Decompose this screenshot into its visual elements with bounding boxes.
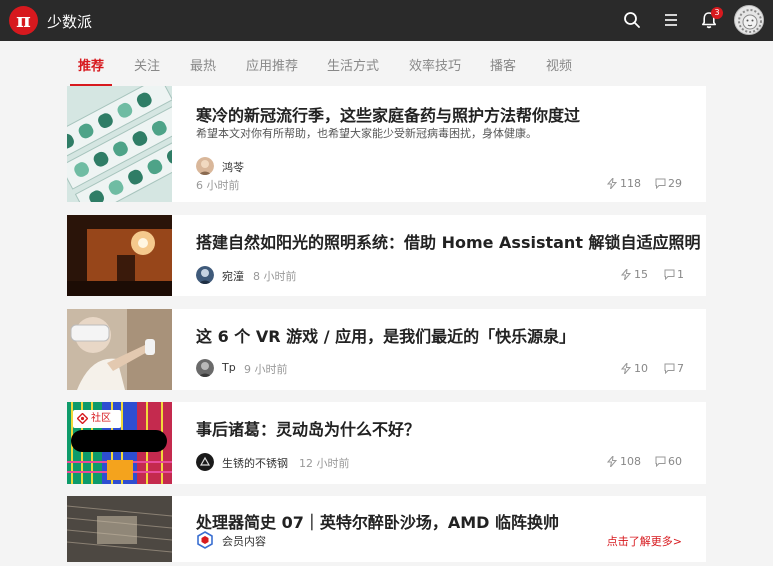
tab-recommend[interactable]: 推荐: [69, 56, 113, 86]
community-tag: 社区: [73, 410, 121, 428]
lion-avatar-icon: [735, 6, 763, 34]
article-card[interactable]: 寒冷的新冠流行季，这些家庭备药与照护方法帮你度过 希望本文对你有所帮助，也希望大…: [67, 86, 706, 202]
author-avatar-image: [196, 359, 214, 377]
article-title[interactable]: 处理器简史 07｜英特尔醉卧沙场，AMD 临阵换帅: [196, 509, 559, 533]
lightning-icon: [621, 269, 631, 280]
sspai-logo[interactable]: π: [9, 6, 38, 35]
comment-icon: [655, 178, 666, 189]
article-title[interactable]: 事后诸葛：灵动岛为什么不好？: [196, 416, 420, 440]
article-card[interactable]: 处理器简史 07｜英特尔醉卧沙场，AMD 临阵换帅 会员内容 点击了解更多>: [67, 496, 706, 562]
author-avatar-image: [196, 266, 214, 284]
lightning-icon: [621, 363, 631, 374]
publish-time: 12 小时前: [299, 457, 350, 470]
tab-app-picks[interactable]: 应用推荐: [246, 56, 298, 86]
author-avatar-image: [196, 157, 214, 175]
comment-icon: [655, 456, 666, 467]
article-thumbnail[interactable]: [67, 309, 172, 390]
article-title[interactable]: 搭建自然如阳光的照明系统：借助 Home Assistant 解锁自适应照明: [196, 229, 701, 253]
author-avatar[interactable]: [196, 157, 214, 175]
comment-icon: [664, 269, 675, 280]
user-avatar[interactable]: [734, 5, 764, 35]
author-avatar[interactable]: [196, 359, 214, 377]
search-icon[interactable]: [622, 10, 642, 30]
tab-lifestyle[interactable]: 生活方式: [327, 56, 379, 86]
author-name[interactable]: 鸿苓: [222, 159, 244, 175]
member-badge: [196, 531, 214, 549]
author-name[interactable]: 生锈的不锈钢: [222, 455, 288, 471]
comment-icon: [664, 363, 675, 374]
brand-name[interactable]: 少数派: [47, 11, 92, 32]
author-avatar[interactable]: [196, 266, 214, 284]
article-thumbnail[interactable]: [67, 215, 172, 296]
article-card[interactable]: 社区 事后诸葛：灵动岛为什么不好？ 生锈的不锈钢 12 小时前 108 60: [67, 402, 706, 484]
publish-time: 9 小时前: [244, 363, 288, 376]
author-avatar-image: [196, 453, 214, 471]
tab-hottest[interactable]: 最热: [190, 56, 216, 86]
author-name[interactable]: Tp: [222, 361, 236, 374]
article-thumbnail[interactable]: [67, 496, 172, 562]
lightning-icon: [607, 178, 617, 189]
article-excerpt: 希望本文对你有所帮助，也希望大家能少受新冠病毒困扰，身体健康。: [196, 127, 537, 140]
tab-podcast[interactable]: 播客: [490, 56, 516, 86]
tab-following[interactable]: 关注: [134, 56, 160, 86]
redaction-bar: [71, 430, 167, 452]
publish-time: 8 小时前: [253, 270, 297, 283]
tab-video[interactable]: 视频: [546, 56, 572, 86]
article-title[interactable]: 寒冷的新冠流行季，这些家庭备药与照护方法帮你度过: [196, 102, 580, 126]
learn-more-link[interactable]: 点击了解更多>: [607, 533, 682, 549]
article-card[interactable]: 这 6 个 VR 游戏 / 应用，是我们最近的「快乐源泉」 Tp 9 小时前 1…: [67, 309, 706, 390]
member-badge-icon: [197, 531, 213, 549]
article-card[interactable]: 搭建自然如阳光的照明系统：借助 Home Assistant 解锁自适应照明 宛…: [67, 215, 706, 296]
article-title[interactable]: 这 6 个 VR 游戏 / 应用，是我们最近的「快乐源泉」: [196, 323, 575, 347]
tab-productivity[interactable]: 效率技巧: [409, 56, 461, 86]
lightning-icon: [607, 456, 617, 467]
article-thumbnail[interactable]: [67, 86, 172, 202]
author-avatar[interactable]: [196, 453, 214, 471]
top-navbar: π 少数派 3: [0, 0, 773, 41]
notification-badge: 3: [711, 7, 723, 19]
menu-icon[interactable]: [661, 10, 681, 30]
publish-time: 6 小时前: [196, 179, 240, 192]
community-icon: [77, 413, 88, 424]
author-name[interactable]: 宛潼: [222, 268, 244, 284]
